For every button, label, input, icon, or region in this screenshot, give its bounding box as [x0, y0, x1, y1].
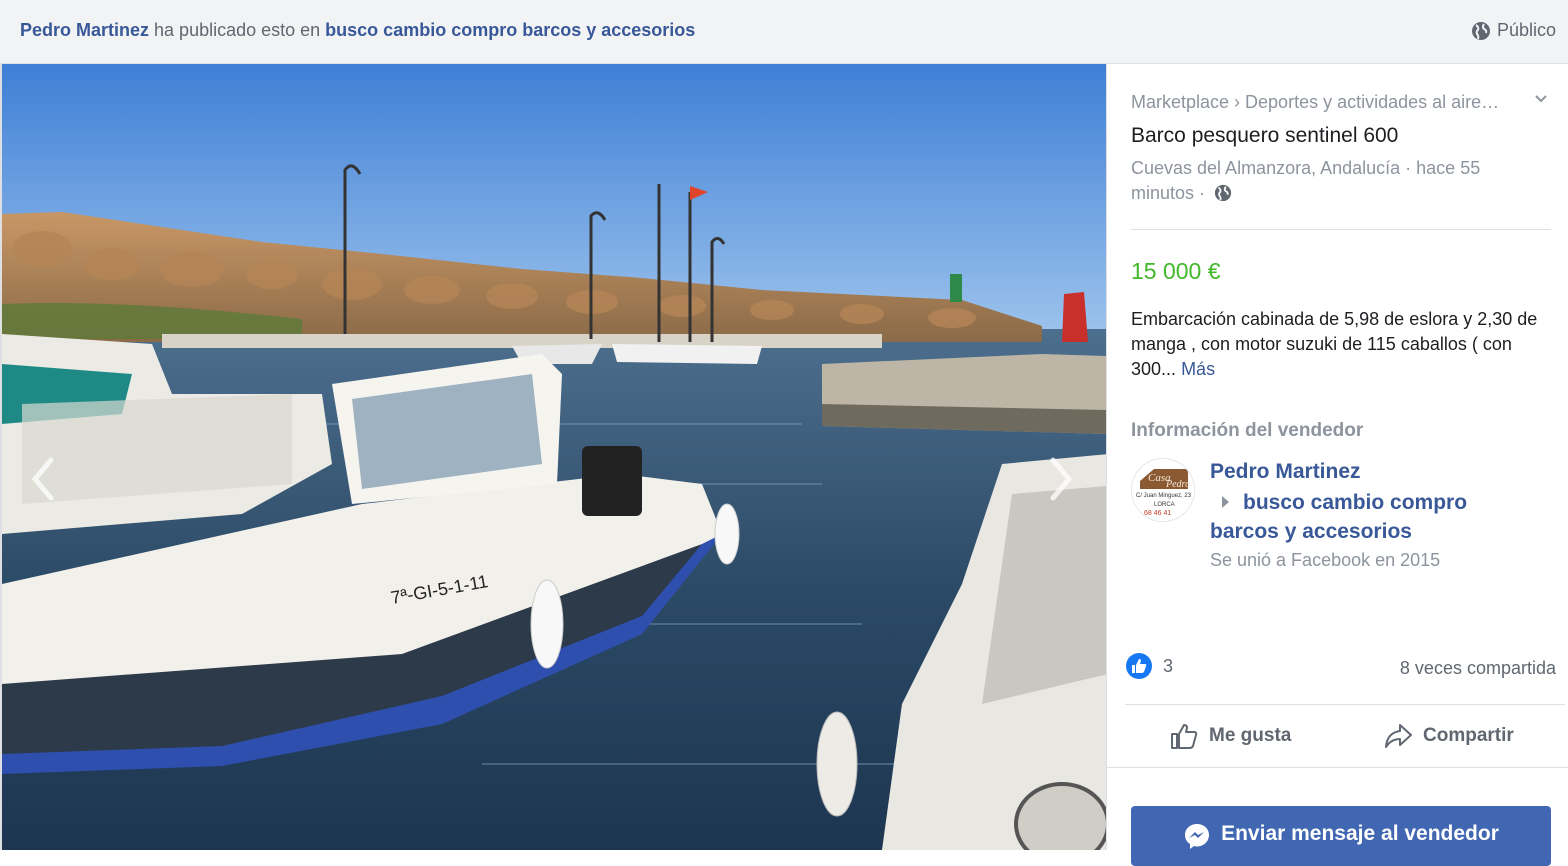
chevron-left-icon	[31, 457, 54, 501]
privacy-selector[interactable]: Público	[1471, 20, 1556, 41]
divider	[1107, 767, 1568, 768]
breadcrumb[interactable]: Marketplace › Deportes y actividades al …	[1131, 92, 1523, 113]
seller-group-link[interactable]: busco cambio compro barcos y accesorios	[1210, 491, 1467, 543]
globe-icon	[1214, 184, 1232, 209]
boat-harbor-photo: 7ª-GI-5-1-11	[2, 64, 1106, 850]
listing-title: Barco pesquero sentinel 600	[1131, 124, 1399, 147]
chevron-down-icon[interactable]	[1533, 90, 1549, 111]
privacy-label: Público	[1496, 20, 1556, 40]
avatar-phone: 68 46 41	[1144, 510, 1171, 517]
share-button[interactable]: Compartir	[1383, 718, 1514, 754]
reactions-count[interactable]: 3	[1125, 652, 1173, 680]
listing-description: Embarcación cabinada de 5,98 de eslora y…	[1131, 307, 1541, 382]
seller-name-link[interactable]: Pedro Martinez	[1210, 460, 1361, 484]
caret-right-icon	[1222, 496, 1229, 509]
avatar-city: LORCA	[1154, 502, 1175, 508]
see-more-link[interactable]: Más	[1181, 359, 1215, 379]
shares-count[interactable]: 8 veces compartida	[1400, 658, 1556, 679]
listing-meta: Cuevas del Almanzora, Andalucía · hace 5…	[1131, 156, 1531, 209]
post-header: Pedro Martinez ha publicado esto en busc…	[0, 0, 1568, 64]
listing-photo[interactable]: 7ª-GI-5-1-11	[0, 64, 1106, 850]
seller-info-heading: Información del vendedor	[1131, 420, 1364, 441]
listing-details-panel: Marketplace › Deportes y actividades al …	[1106, 64, 1568, 866]
avatar-pedro: Pedro	[1165, 479, 1190, 490]
seller-group: busco cambio compro barcos y accesorios	[1210, 488, 1530, 546]
seller-avatar[interactable]: Casa Pedro C/ Juan Minguez, 23 LORCA 68 …	[1131, 458, 1195, 522]
next-photo-button[interactable]	[1042, 449, 1082, 509]
posted-text: ha publicado esto en	[149, 20, 326, 40]
like-label: Me gusta	[1209, 725, 1292, 746]
likes-count: 3	[1163, 655, 1174, 676]
location-time: Cuevas del Almanzora, Andalucía · hace 5…	[1131, 158, 1481, 203]
share-label: Compartir	[1423, 725, 1514, 746]
message-label: Enviar mensaje al vendedor	[1221, 822, 1499, 845]
avatar-address: C/ Juan Minguez, 23	[1136, 493, 1192, 499]
group-link[interactable]: busco cambio compro barcos y accesorios	[325, 20, 695, 40]
messenger-icon	[1185, 824, 1210, 849]
previous-photo-button[interactable]	[22, 449, 62, 509]
like-button[interactable]: Me gusta	[1169, 718, 1291, 754]
message-seller-button[interactable]: Enviar mensaje al vendedor	[1131, 806, 1551, 866]
seller-joined: Se unió a Facebook en 2015	[1210, 550, 1441, 570]
posted-in-line: Pedro Martinez ha publicado esto en busc…	[20, 20, 695, 41]
author-link[interactable]: Pedro Martinez	[20, 20, 149, 40]
globe-icon	[1471, 21, 1490, 40]
like-reaction-icon	[1126, 653, 1152, 679]
listing-price: 15 000 €	[1131, 258, 1221, 284]
share-arrow-icon	[1385, 724, 1412, 748]
thumbs-up-icon	[1171, 724, 1198, 749]
chevron-right-icon	[1050, 457, 1073, 501]
divider	[1131, 229, 1551, 230]
divider	[1125, 704, 1565, 705]
